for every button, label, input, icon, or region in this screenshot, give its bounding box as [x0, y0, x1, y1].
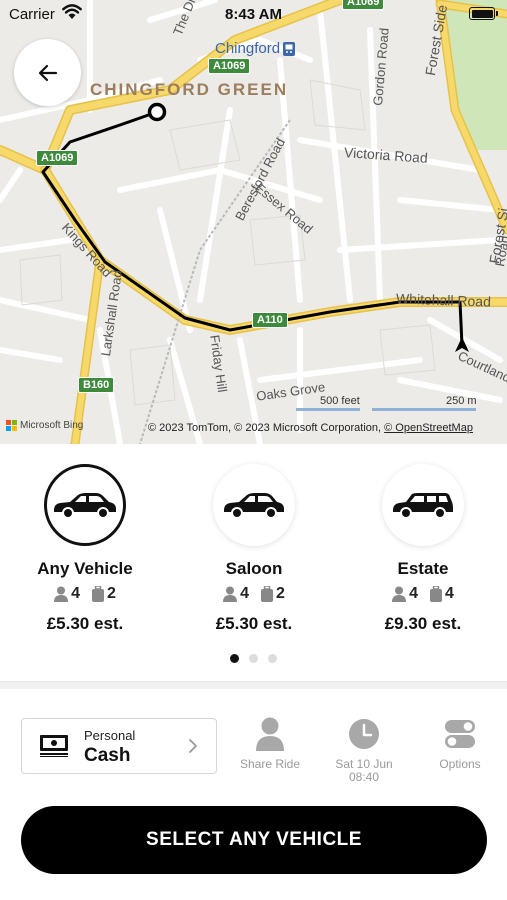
clock-icon — [349, 719, 379, 749]
options-label: Options — [439, 757, 481, 771]
arrow-left-icon — [38, 64, 57, 81]
person-icon — [256, 717, 284, 751]
luggage-count: 2 — [276, 585, 285, 602]
share-ride-button[interactable]: Share Ride — [232, 716, 308, 771]
road-shield: A1069 — [36, 150, 79, 166]
road-label: Whitehall Road — [395, 290, 492, 310]
status-bar: Carrier 8:43 AM — [0, 0, 507, 30]
passenger-icon — [392, 586, 407, 602]
chevron-right-icon — [189, 739, 197, 753]
vehicle-capacity: 4 4 — [338, 585, 507, 603]
select-vehicle-button[interactable]: SELECT ANY VEHICLE — [21, 806, 487, 874]
vehicle-icon-circle — [213, 464, 295, 546]
options-button[interactable]: Options — [422, 716, 498, 771]
destination-marker-icon — [455, 337, 469, 352]
road-shield: B160 — [78, 377, 115, 393]
passenger-count: 4 — [71, 585, 80, 602]
vehicle-capacity: 4 2 — [169, 585, 339, 603]
station-label: Chingford — [215, 40, 296, 57]
schedule-time: 08:40 — [348, 770, 380, 784]
vehicle-carousel[interactable]: Any Vehicle 4 2 £5.30 est. Saloon 4 2 £5… — [0, 444, 507, 682]
payment-method: Cash — [84, 745, 131, 766]
page-dot[interactable] — [268, 654, 277, 663]
passenger-count: 4 — [240, 585, 249, 602]
pickup-marker-icon — [147, 102, 167, 122]
scale-bar — [296, 408, 360, 411]
page-dot[interactable] — [249, 654, 258, 663]
vehicle-icon-circle — [44, 464, 126, 546]
map-attribution: © 2023 TomTom, © 2023 Microsoft Corporat… — [148, 422, 473, 434]
luggage-icon — [430, 586, 442, 602]
car-estate-icon — [393, 493, 453, 519]
clock-time: 8:43 AM — [225, 6, 282, 23]
battery-icon — [469, 7, 495, 20]
opt-icon-wrap — [326, 716, 402, 752]
road-shield: A1069 — [208, 58, 251, 74]
vehicle-price: £5.30 est. — [215, 614, 293, 633]
microsoft-logo-icon — [6, 420, 17, 431]
schedule-button[interactable]: Sat 10 Jun 08:40 — [326, 716, 402, 784]
vehicle-name: Saloon — [225, 559, 283, 578]
back-button[interactable] — [14, 39, 81, 106]
train-station-icon — [283, 41, 296, 56]
openstreetmap-link[interactable]: © OpenStreetMap — [384, 422, 473, 434]
vehicle-name: Any Vehicle — [37, 559, 133, 578]
opt-icon-wrap — [232, 716, 308, 752]
vehicle-price: £5.30 est. — [46, 614, 124, 633]
payment-type: Personal — [84, 728, 136, 743]
map-provider: Microsoft Bing — [6, 420, 83, 431]
page-dot[interactable] — [230, 654, 239, 663]
page-indicator[interactable] — [0, 654, 507, 663]
scale-bar — [372, 408, 476, 411]
scale-feet: 500 feet — [320, 395, 360, 407]
route-map[interactable]: A1069 A1069 A1069 A110 B160 CHINGFORD GR… — [0, 0, 507, 444]
section-divider — [0, 681, 507, 689]
passenger-icon — [223, 586, 238, 602]
vehicle-option-saloon[interactable]: Saloon 4 2 £5.30 est. — [169, 464, 339, 634]
cash-icon — [40, 735, 68, 757]
luggage-count: 2 — [107, 585, 116, 602]
opt-icon-wrap — [422, 716, 498, 752]
vehicle-icon-circle — [382, 464, 464, 546]
vehicle-capacity: 4 2 — [0, 585, 170, 603]
scale-meters: 250 m — [446, 395, 477, 407]
share-ride-label: Share Ride — [239, 757, 301, 771]
vehicle-name: Estate — [397, 559, 449, 578]
vehicle-option-any[interactable]: Any Vehicle 4 2 £5.30 est. — [0, 464, 170, 634]
luggage-icon — [261, 586, 273, 602]
battery-tip — [496, 11, 498, 16]
passenger-count: 4 — [409, 585, 418, 602]
car-saloon-icon — [224, 493, 284, 519]
area-label: CHINGFORD GREEN — [90, 80, 289, 99]
toggles-icon — [445, 720, 475, 748]
car-sedan-icon — [54, 493, 116, 519]
vehicle-option-estate[interactable]: Estate 4 4 £9.30 est. — [338, 464, 507, 634]
luggage-count: 4 — [445, 585, 454, 602]
passenger-icon — [54, 586, 69, 602]
vehicle-price: £9.30 est. — [384, 614, 462, 633]
luggage-icon — [92, 586, 104, 602]
payment-selector[interactable]: Personal Cash — [21, 718, 217, 774]
road-shield: A110 — [252, 312, 288, 328]
